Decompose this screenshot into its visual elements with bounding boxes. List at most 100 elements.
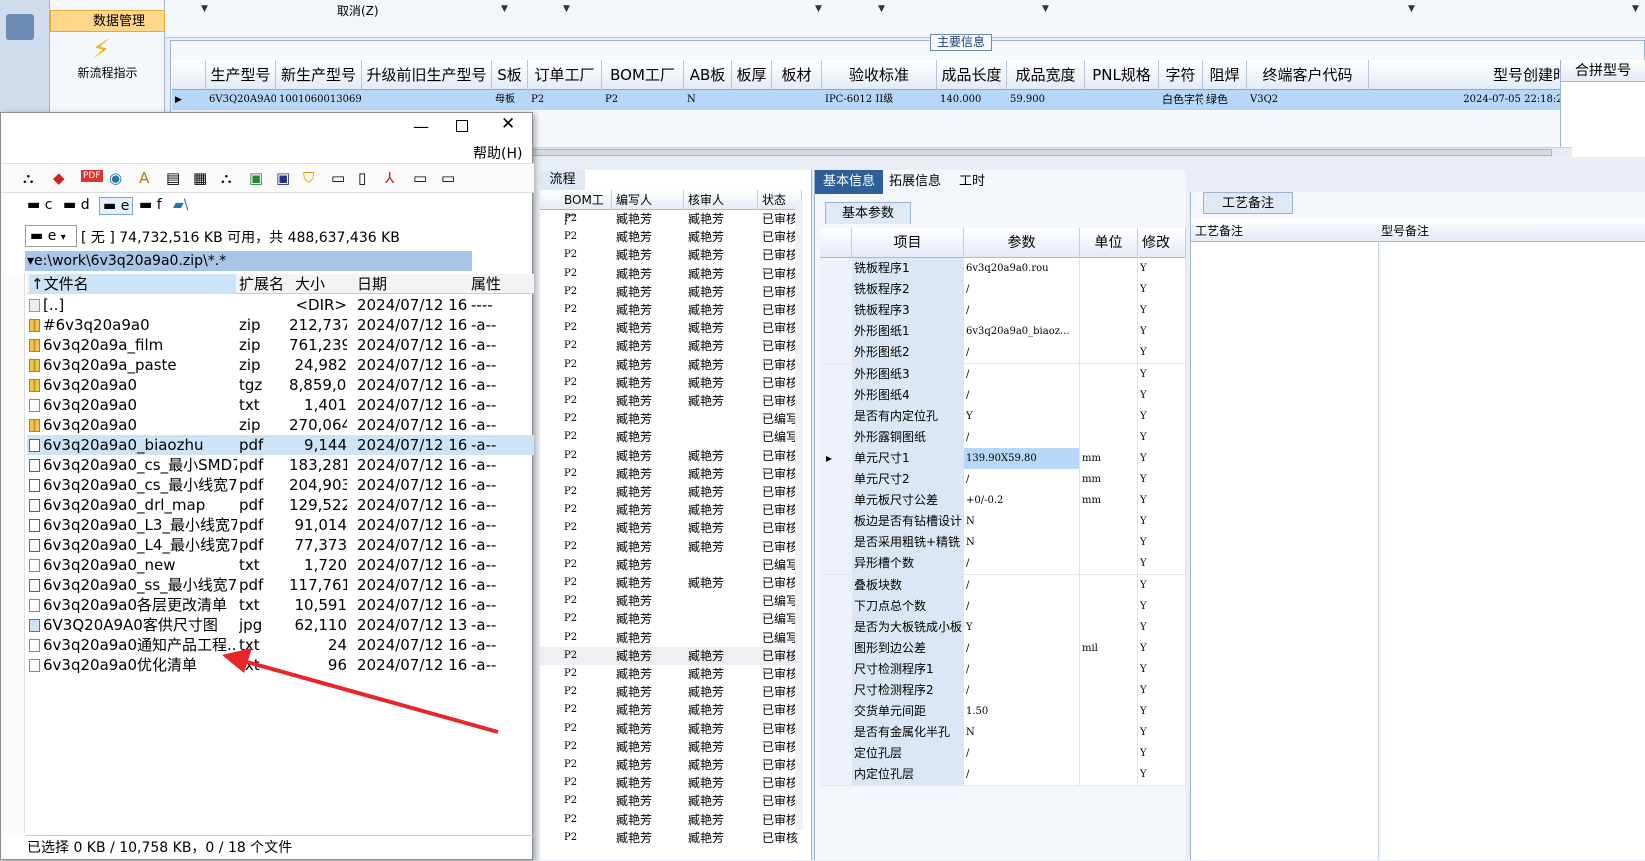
- process-row[interactable]: P2 臧艳芳 臧艳芳 已审核: [540, 465, 802, 483]
- cell[interactable]: 白色字符: [1159, 90, 1203, 110]
- process-row[interactable]: P2 臧艳芳 臧艳芳 已审核: [540, 519, 802, 537]
- param-cell-param[interactable]: 6v3q20a9a0_biaoz...: [964, 321, 1080, 343]
- process-row[interactable]: P2 臧艳芳 臧艳芳 已审核: [540, 319, 802, 337]
- param-cell-unit[interactable]: mm: [1080, 447, 1138, 469]
- param-cell-unit[interactable]: [1080, 321, 1138, 343]
- param-cell-unit[interactable]: [1080, 616, 1138, 638]
- chevron-down-icon[interactable]: ▼: [201, 4, 208, 14]
- process-row[interactable]: P2 臧艳芳 已编写: [540, 610, 802, 628]
- file-row[interactable]: 6v3q20a9a0_drl_map pdf 129,522 2024/07/12 1…: [27, 495, 534, 515]
- drive-f[interactable]: ▬ f: [139, 197, 162, 213]
- process-row[interactable]: P2 臧艳芳 臧艳芳 已审核: [540, 665, 802, 683]
- nav-item-data-management[interactable]: 数据管理: [50, 10, 165, 32]
- file-row[interactable]: 6v3q20a9a0 tgz 8,859,095 2024/07/12 16:15-a…: [27, 375, 534, 395]
- select-all-corner[interactable]: [172, 60, 206, 90]
- column-header[interactable]: S板: [492, 60, 528, 90]
- column-header-date[interactable]: 日期: [357, 274, 387, 294]
- process-row[interactable]: P2 臧艳芳 臧艳芳 已审核: [540, 301, 802, 319]
- gem-icon[interactable]: ◆: [53, 169, 65, 187]
- file-row[interactable]: #6v3q20a9a0 zip 212,737 2024/07/12 16:17-a-…: [27, 315, 534, 335]
- column-header[interactable]: 项目: [852, 228, 964, 258]
- param-cell-param[interactable]: /: [964, 658, 1080, 680]
- file-row[interactable]: [..] <DIR> 2024/07/12 16:56----: [27, 295, 534, 315]
- param-row[interactable]: 交货单元间距 1.50 Y: [820, 701, 1186, 723]
- file-row[interactable]: 6v3q20a9a0各层更改清单 txt 10,591 2024/07/12 16:1…: [27, 595, 534, 615]
- param-cell-mod[interactable]: Y: [1138, 680, 1186, 701]
- vertical-scrollbar[interactable]: [795, 200, 803, 830]
- minimize-icon[interactable]: —: [413, 117, 429, 136]
- cell[interactable]: N: [684, 90, 732, 110]
- process-row[interactable]: P2 臧艳芳 臧艳芳 已审核: [540, 228, 802, 246]
- process-row[interactable]: P2 臧艳芳 臧艳芳 已审核: [540, 538, 802, 556]
- param-cell-unit[interactable]: mm: [1080, 469, 1138, 490]
- param-cell-mod[interactable]: Y: [1138, 701, 1186, 723]
- param-cell-mod[interactable]: Y: [1138, 553, 1186, 575]
- column-header[interactable]: AB板: [684, 60, 732, 90]
- param-cell-param[interactable]: 6v3q20a9a0.rou: [964, 258, 1080, 279]
- column-header[interactable]: 修改: [1138, 228, 1186, 258]
- process-row[interactable]: P2 臧艳芳 臧艳芳 已审核: [540, 683, 802, 701]
- param-cell-unit[interactable]: [1080, 511, 1138, 533]
- param-row[interactable]: 是否为大板铣成小板 Y Y: [820, 616, 1186, 639]
- blank-page-icon[interactable]: ▯: [358, 169, 366, 187]
- cell[interactable]: 10010600130698: [276, 90, 362, 110]
- param-cell-mod[interactable]: Y: [1138, 595, 1186, 617]
- param-cell-unit[interactable]: [1080, 363, 1138, 385]
- param-cell-unit[interactable]: [1080, 595, 1138, 617]
- maximize-icon[interactable]: [456, 120, 468, 132]
- param-cell-unit[interactable]: [1080, 553, 1138, 575]
- chevron-down-icon[interactable]: ▼: [1042, 4, 1049, 14]
- font-icon[interactable]: A: [139, 169, 149, 187]
- calendar-icon[interactable]: [6, 14, 34, 40]
- param-cell-unit[interactable]: [1080, 384, 1138, 406]
- column-header[interactable]: PNL规格: [1085, 60, 1159, 90]
- process-row[interactable]: P2 臧艳芳 已编写: [540, 410, 802, 428]
- network-icon[interactable]: ⛬: [221, 169, 232, 187]
- param-cell-param[interactable]: /: [964, 574, 1080, 596]
- param-cell-mod[interactable]: Y: [1138, 764, 1186, 786]
- process-row[interactable]: P2 臧艳芳 臧艳芳 已审核: [540, 574, 802, 592]
- file-row[interactable]: 6v3q20a9a0_cs_最小线宽7.8..pdf 204,903 2024/07…: [27, 475, 534, 495]
- window-icon[interactable]: ▭: [413, 169, 427, 187]
- column-header[interactable]: 板厚: [732, 60, 772, 90]
- param-cell-unit[interactable]: [1080, 764, 1138, 786]
- window-icon[interactable]: ▭: [331, 169, 345, 187]
- param-cell-unit[interactable]: [1080, 258, 1138, 279]
- column-header[interactable]: 编写人: [612, 190, 684, 210]
- param-row[interactable]: 外形图纸2/ Y: [820, 342, 1186, 365]
- close-icon[interactable]: ✕: [501, 114, 515, 134]
- param-cell-param[interactable]: /: [964, 764, 1080, 786]
- param-cell-param[interactable]: /: [964, 384, 1080, 406]
- param-cell-mod[interactable]: Y: [1138, 342, 1186, 364]
- cell[interactable]: 59.900: [1007, 90, 1085, 110]
- param-cell-param[interactable]: /: [964, 426, 1080, 448]
- scroll-thumb[interactable]: [502, 149, 1552, 156]
- process-row[interactable]: P2 臧艳芳 已编写: [540, 428, 802, 446]
- param-row[interactable]: 下刀点总个数 / Y: [820, 595, 1186, 618]
- param-cell-unit[interactable]: [1080, 701, 1138, 723]
- param-cell-param[interactable]: /: [964, 743, 1080, 765]
- menu-help[interactable]: 帮助(H): [473, 143, 522, 163]
- process-row[interactable]: P2 臧艳芳 臧艳芳 已审核: [540, 701, 802, 719]
- globe-icon[interactable]: ◉: [109, 169, 122, 187]
- process-row[interactable]: P2 臧艳芳 臧艳芳 已审核: [540, 829, 802, 847]
- param-cell-param[interactable]: /: [964, 637, 1080, 659]
- param-cell-unit[interactable]: mm: [1080, 490, 1138, 512]
- param-cell-unit[interactable]: [1080, 426, 1138, 448]
- cell[interactable]: 140.000: [937, 90, 1007, 110]
- param-row[interactable]: 外形图纸3/ Y: [820, 363, 1186, 386]
- cell[interactable]: P2: [602, 90, 684, 110]
- process-row[interactable]: P2 臧艳芳 臧艳芳 已审核: [540, 392, 802, 410]
- tab-basic-params[interactable]: 基本参数: [825, 202, 911, 224]
- param-row[interactable]: 外形图纸4/ Y: [820, 384, 1186, 407]
- param-cell-mod[interactable]: Y: [1138, 321, 1186, 343]
- process-row[interactable]: P2 臧艳芳 臧艳芳 已审核: [540, 720, 802, 738]
- select-all-corner[interactable]: [820, 228, 852, 258]
- param-cell-mod[interactable]: Y: [1138, 279, 1186, 301]
- process-row[interactable]: P2 臧艳芳 臧艳芳 已审核: [540, 283, 802, 301]
- chevron-down-icon[interactable]: ▼: [878, 4, 885, 14]
- column-header-size[interactable]: 大小: [295, 274, 325, 294]
- acrobat-icon[interactable]: ⅄: [385, 169, 394, 187]
- word-icon[interactable]: ▣: [276, 169, 290, 187]
- cancel-button[interactable]: 取消(Z): [337, 2, 379, 19]
